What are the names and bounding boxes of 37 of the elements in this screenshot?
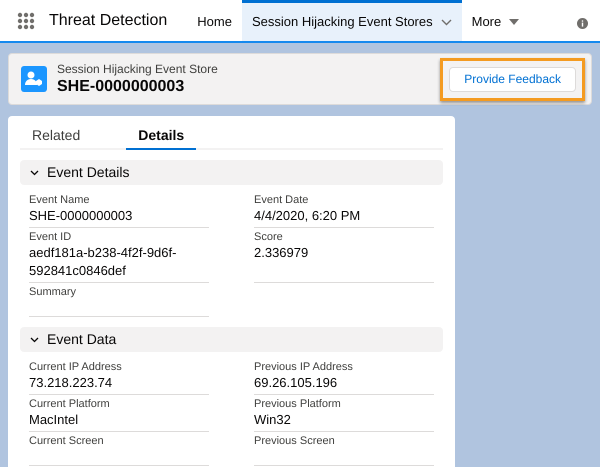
- field-label: Previous Platform: [254, 397, 342, 411]
- chevron-down-icon: [30, 335, 39, 344]
- field-label: Current Platform: [29, 397, 111, 411]
- field-value: 2.336979: [254, 244, 310, 262]
- record-name: SHE-0000000003: [57, 76, 186, 96]
- record-icon: [21, 66, 47, 92]
- field-label: Event ID: [29, 230, 72, 244]
- field-value: 69.26.105.196: [254, 374, 338, 392]
- field-label: Score: [254, 230, 284, 244]
- nav-tab[interactable]: Session Hijacking Event Stores: [242, 0, 462, 41]
- section-header[interactable]: Event Details: [20, 160, 443, 185]
- record-type: Session Hijacking Event Store: [57, 62, 218, 76]
- field-label: Current IP Address: [29, 360, 123, 374]
- caret-down-icon: [509, 19, 520, 25]
- chevron-down-icon: [30, 168, 39, 177]
- app-title: Threat Detection: [49, 10, 168, 30]
- section-header[interactable]: Event Data: [20, 327, 443, 352]
- field-label: Event Name: [29, 193, 91, 207]
- field-value: 73.218.223.74: [29, 374, 114, 392]
- field-value: Win32: [254, 411, 292, 429]
- field-label: Previous IP Address: [254, 360, 354, 374]
- field-value: aedf181a-b238-4f2f-9d6f-592841c0846def: [29, 244, 178, 280]
- field-label: Current Screen: [29, 434, 105, 448]
- field-value: 4/4/2020, 6:20 PM: [254, 207, 362, 225]
- field-label: Summary: [29, 285, 78, 299]
- field-label: Previous Screen: [254, 434, 336, 448]
- provide-feedback-button[interactable]: Provide Feedback: [449, 66, 576, 92]
- nav-tab[interactable]: Home: [187, 0, 242, 41]
- info-icon[interactable]: [577, 18, 588, 29]
- field-label: Event Date: [254, 193, 310, 207]
- app-launcher-icon[interactable]: [17, 12, 35, 30]
- detail-tab[interactable]: Details: [126, 122, 196, 150]
- detail-tab[interactable]: Related: [28, 122, 120, 150]
- chevron-down-icon: [440, 18, 452, 26]
- field-value: MacIntel: [29, 411, 80, 429]
- nav-tab[interactable]: More: [462, 0, 530, 41]
- field-value: SHE-0000000003: [29, 207, 134, 225]
